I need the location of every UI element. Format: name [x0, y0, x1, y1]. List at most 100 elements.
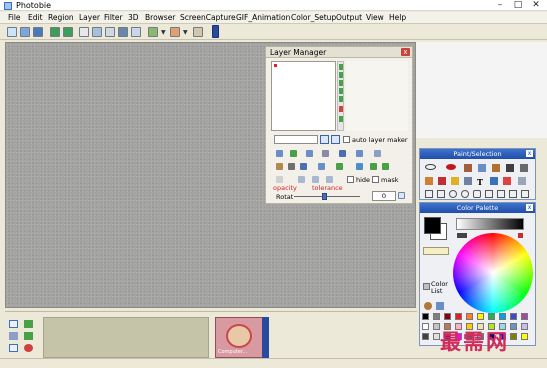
pen-tool-icon[interactable]: [478, 164, 486, 172]
adjust-dropdown-icon[interactable]: ▼: [183, 29, 188, 36]
layer-tool-5-icon[interactable]: [339, 150, 346, 157]
hide-checkbox[interactable]: [347, 176, 354, 183]
redo-icon[interactable]: [63, 27, 73, 37]
layer-tool-4-icon[interactable]: [322, 150, 329, 157]
layer-tool-6-icon[interactable]: [356, 150, 363, 157]
print-icon[interactable]: [118, 27, 128, 37]
layer-name-field[interactable]: [274, 135, 318, 144]
gray-gradient-bar[interactable]: [456, 218, 524, 230]
palette-save-icon[interactable]: [436, 302, 444, 310]
color-swatch[interactable]: [422, 323, 429, 330]
paint-bucket-icon[interactable]: [438, 177, 446, 185]
free-select-icon[interactable]: [521, 190, 529, 198]
filmstrip-scroll[interactable]: [262, 317, 269, 358]
ellipse-tool-icon[interactable]: [425, 164, 436, 170]
rotate-value-field[interactable]: 0: [372, 191, 396, 201]
menu-screencapture[interactable]: ScreenCapture: [180, 13, 236, 22]
rotate-icon[interactable]: [105, 27, 115, 37]
color-swatch[interactable]: [433, 323, 440, 330]
paint-selection-titlebar[interactable]: Paint/Selection x: [420, 149, 535, 159]
layer-lock-icon[interactable]: [331, 135, 340, 144]
color-swatch[interactable]: [477, 313, 484, 320]
layer-tool-13-icon[interactable]: [356, 163, 363, 170]
image-icon[interactable]: [193, 27, 203, 37]
adjust-icon[interactable]: [170, 27, 180, 37]
palette-icon[interactable]: [518, 233, 523, 238]
open-icon[interactable]: [20, 27, 30, 37]
color-swatch[interactable]: [510, 333, 517, 340]
mask-checkbox[interactable]: [372, 176, 379, 183]
rect-select-icon[interactable]: [425, 190, 433, 198]
color-swatch[interactable]: [433, 313, 440, 320]
color-swatch[interactable]: [466, 313, 473, 320]
color-swatch[interactable]: [444, 313, 451, 320]
effects-icon[interactable]: [148, 27, 158, 37]
magic-select-icon[interactable]: [509, 190, 517, 198]
browser-view-icon[interactable]: [9, 320, 18, 328]
undo-icon[interactable]: [50, 27, 60, 37]
color-swatch[interactable]: [422, 313, 429, 320]
layer-tool-11-icon[interactable]: [318, 163, 325, 170]
menu-view[interactable]: View: [366, 13, 384, 22]
menu-output[interactable]: Output: [336, 13, 362, 22]
color-swatch[interactable]: [521, 313, 528, 320]
color-swatch[interactable]: [433, 333, 440, 340]
browser-refresh-icon[interactable]: [24, 332, 33, 340]
menu-color-setup[interactable]: Color_Setup: [291, 13, 336, 22]
color-list-checkbox[interactable]: [423, 283, 430, 290]
layer-list[interactable]: [271, 61, 336, 131]
clone-tool-icon[interactable]: [464, 177, 472, 185]
pencil-tool-icon[interactable]: [492, 164, 500, 172]
maximize-button[interactable]: □: [510, 0, 526, 11]
browser-close-icon[interactable]: [24, 344, 33, 352]
layer-manager-close-button[interactable]: x: [401, 48, 410, 56]
color-palette-titlebar[interactable]: Color Palette x: [420, 203, 535, 213]
layer-tool-1-icon[interactable]: [276, 150, 283, 157]
layer-tool-15-icon[interactable]: [382, 163, 389, 170]
dropper-tool-icon[interactable]: [520, 164, 528, 172]
crop-icon[interactable]: [79, 27, 89, 37]
layer-move3-icon[interactable]: [339, 88, 343, 94]
menu-browser[interactable]: Browser: [145, 13, 175, 22]
red-eye-tool-icon[interactable]: [503, 177, 511, 185]
rotate-slider-thumb[interactable]: [321, 193, 327, 200]
rotate-apply-icon[interactable]: [398, 192, 405, 199]
menu-help[interactable]: Help: [389, 13, 406, 22]
filmstrip-icon[interactable]: [212, 25, 219, 38]
layer-move2-icon[interactable]: [339, 80, 343, 86]
layer-tool-18-icon[interactable]: [312, 176, 319, 183]
layer-tool-3-icon[interactable]: [306, 150, 313, 157]
layer-tool-10-icon[interactable]: [300, 163, 307, 170]
layer-tool-8-icon[interactable]: [276, 163, 283, 170]
square-select-icon[interactable]: [437, 190, 445, 198]
blur-tool-icon[interactable]: [490, 177, 498, 185]
color-swatch[interactable]: [455, 313, 462, 320]
layer-tool-14-icon[interactable]: [370, 163, 377, 170]
text-tool-icon[interactable]: T: [477, 177, 485, 187]
menu-edit[interactable]: Edit: [28, 13, 43, 22]
foreground-color-swatch[interactable]: [424, 217, 441, 234]
layer-link-icon[interactable]: [320, 135, 329, 144]
new-icon[interactable]: [7, 27, 17, 37]
color-swatch[interactable]: [521, 323, 528, 330]
resize-icon[interactable]: [92, 27, 102, 37]
color-wheel[interactable]: [453, 233, 533, 313]
color-palette-close-button[interactable]: x: [526, 204, 533, 211]
star-tool-icon[interactable]: [451, 177, 459, 185]
color-swatch[interactable]: [510, 323, 517, 330]
line-tool-icon[interactable]: [506, 164, 514, 172]
layer-manager-titlebar[interactable]: Layer Manager x: [266, 47, 412, 58]
color-swatch[interactable]: [521, 333, 528, 340]
layer-list-scrollbar[interactable]: [337, 61, 344, 131]
menu-filter[interactable]: Filter: [104, 13, 123, 22]
layer-up-icon[interactable]: [339, 64, 343, 70]
browser-folder-icon[interactable]: [9, 332, 18, 340]
menu-layer[interactable]: Layer: [79, 13, 100, 22]
layer-move-icon[interactable]: [339, 72, 343, 78]
cream-color-swatch[interactable]: [423, 247, 449, 255]
lasso-select-icon[interactable]: [497, 190, 505, 198]
close-button[interactable]: ✕: [528, 0, 544, 11]
browser-grid-icon[interactable]: [24, 320, 33, 328]
poly-select-icon[interactable]: [485, 190, 493, 198]
image-thumbnail[interactable]: Computer...: [215, 317, 265, 358]
